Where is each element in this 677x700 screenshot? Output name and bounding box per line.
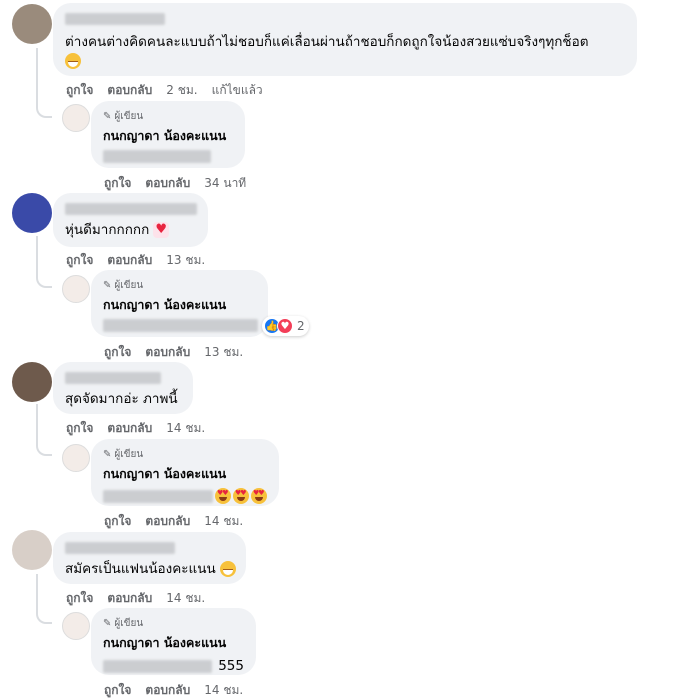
reply-actions: ถูกใจ ตอบกลับ 34 นาที — [104, 174, 246, 193]
timestamp[interactable]: 14 ชม. — [204, 512, 243, 531]
reply-actions: ถูกใจ ตอบกลับ 13 ชม. — [104, 343, 243, 362]
timestamp[interactable]: 13 ชม. — [204, 343, 243, 362]
commenter-avatar[interactable] — [12, 4, 52, 44]
reply-link[interactable]: ตอบกลับ — [145, 174, 190, 193]
reply-bubble: ✎ ผู้เขียน กนกญาดา น้องคะแนน — [91, 270, 268, 337]
like-link[interactable]: ถูกใจ — [66, 251, 93, 270]
author-badge: ✎ ผู้เขียน — [103, 280, 144, 291]
heart-eyes-emoji — [251, 488, 267, 504]
reply-text-redacted — [103, 319, 258, 332]
reply-text-redacted — [103, 150, 211, 163]
author-name[interactable]: กนกญาดา น้องคะแนน — [103, 126, 233, 146]
pencil-icon: ✎ — [103, 280, 112, 291]
reaction-summary[interactable]: 👍 ♥ 2 — [262, 316, 309, 336]
reply-bubble: ✎ ผู้เขียน กนกญาดา น้องคะแนน — [91, 101, 245, 168]
comment-text: สุดจัดมากอ่ะ ภาพนี้ — [65, 391, 178, 407]
author-badge: ✎ ผู้เขียน — [103, 618, 144, 629]
commenter-avatar[interactable] — [12, 530, 52, 570]
pencil-icon: ✎ — [103, 449, 112, 460]
author-name[interactable]: กนกญาดา น้องคะแนน — [103, 464, 267, 484]
reply-thread-connector — [36, 48, 52, 118]
comment-actions: ถูกใจ ตอบกลับ 14 ชม. — [66, 589, 205, 608]
comment-actions: ถูกใจ ตอบกลับ 13 ชม. — [66, 251, 205, 270]
comment-bubble: หุ่นดีมากกกกก ♥ — [53, 193, 208, 247]
edited-label: แก้ไขแล้ว — [211, 83, 263, 97]
comment-bubble: สมัครเป็นแฟนน้องคะแนน — [53, 532, 246, 584]
reply-actions: ถูกใจ ตอบกลับ 14 ชม. — [104, 681, 243, 700]
timestamp[interactable]: 34 นาที — [204, 174, 246, 193]
grinning-sweat-emoji — [65, 53, 81, 69]
pencil-icon: ✎ — [103, 618, 112, 629]
reply-bubble: ✎ ผู้เขียน กนกญาดา น้องคะแนน — [91, 439, 279, 506]
like-link[interactable]: ถูกใจ — [66, 589, 93, 608]
comment-bubble: สุดจัดมากอ่ะ ภาพนี้ — [53, 362, 193, 414]
reaction-count: 2 — [297, 319, 305, 333]
reply-thread-connector — [36, 236, 52, 288]
like-link[interactable]: ถูกใจ — [104, 174, 131, 193]
timestamp[interactable]: 14 ชม. — [166, 419, 205, 438]
commenter-name-redacted[interactable] — [65, 203, 197, 215]
timestamp[interactable]: 14 ชม. — [166, 589, 205, 608]
reply-link[interactable]: ตอบกลับ — [145, 512, 190, 531]
commenter-name-redacted[interactable] — [65, 372, 161, 384]
commenter-avatar[interactable] — [12, 193, 52, 233]
like-link[interactable]: ถูกใจ — [104, 681, 131, 700]
comment-text: หุ่นดีมากกกกก — [65, 222, 150, 238]
like-link[interactable]: ถูกใจ — [104, 343, 131, 362]
reply-link[interactable]: ตอบกลับ — [145, 343, 190, 362]
reply-link[interactable]: ตอบกลับ — [107, 81, 152, 100]
reply-link[interactable]: ตอบกลับ — [107, 251, 152, 270]
comment-actions: ถูกใจ ตอบกลับ 2 ชม. แก้ไขแล้ว — [66, 81, 263, 100]
love-reaction-icon: ♥ — [277, 318, 293, 334]
timestamp[interactable]: 14 ชม. — [204, 681, 243, 700]
author-avatar[interactable] — [62, 275, 90, 303]
reply-link[interactable]: ตอบกลับ — [107, 419, 152, 438]
heart-eyes-emoji — [233, 488, 249, 504]
reply-actions: ถูกใจ ตอบกลับ 14 ชม. — [104, 512, 243, 531]
timestamp[interactable]: 2 ชม. — [166, 81, 197, 100]
author-name[interactable]: กนกญาดา น้องคะแนน — [103, 633, 244, 653]
reply-bubble: ✎ ผู้เขียน กนกญาดา น้องคะแนน 555 — [91, 608, 256, 675]
reply-thread-connector — [36, 404, 52, 456]
comment-actions: ถูกใจ ตอบกลับ 14 ชม. — [66, 419, 205, 438]
author-badge: ✎ ผู้เขียน — [103, 111, 144, 122]
author-avatar[interactable] — [62, 444, 90, 472]
like-link[interactable]: ถูกใจ — [104, 512, 131, 531]
commenter-avatar[interactable] — [12, 362, 52, 402]
author-badge: ✎ ผู้เขียน — [103, 449, 144, 460]
reply-link[interactable]: ตอบกลับ — [145, 681, 190, 700]
beating-heart-emoji: ♥ — [153, 222, 170, 238]
author-name[interactable]: กนกญาดา น้องคะแนน — [103, 295, 256, 315]
author-avatar[interactable] — [62, 104, 90, 132]
author-avatar[interactable] — [62, 612, 90, 640]
reply-text: 555 — [218, 658, 244, 674]
heart-eyes-emoji — [215, 488, 231, 504]
like-link[interactable]: ถูกใจ — [66, 419, 93, 438]
like-link[interactable]: ถูกใจ — [66, 81, 93, 100]
reply-text-redacted — [103, 489, 213, 503]
comment-text: สมัครเป็นแฟนน้องคะแนน — [65, 561, 216, 577]
commenter-name-redacted[interactable] — [65, 13, 165, 25]
pencil-icon: ✎ — [103, 111, 112, 122]
comment-bubble: ต่างคนต่างคิดคนละแบบถ้าไม่ชอบก็แค่เลื่อน… — [53, 3, 637, 76]
reply-text-redacted — [103, 659, 213, 673]
reply-thread-connector — [36, 574, 52, 624]
timestamp[interactable]: 13 ชม. — [166, 251, 205, 270]
commenter-name-redacted[interactable] — [65, 542, 175, 554]
grinning-emoji — [219, 561, 236, 577]
reply-link[interactable]: ตอบกลับ — [107, 589, 152, 608]
comment-text: ต่างคนต่างคิดคนละแบบถ้าไม่ชอบก็แค่เลื่อน… — [65, 34, 589, 50]
